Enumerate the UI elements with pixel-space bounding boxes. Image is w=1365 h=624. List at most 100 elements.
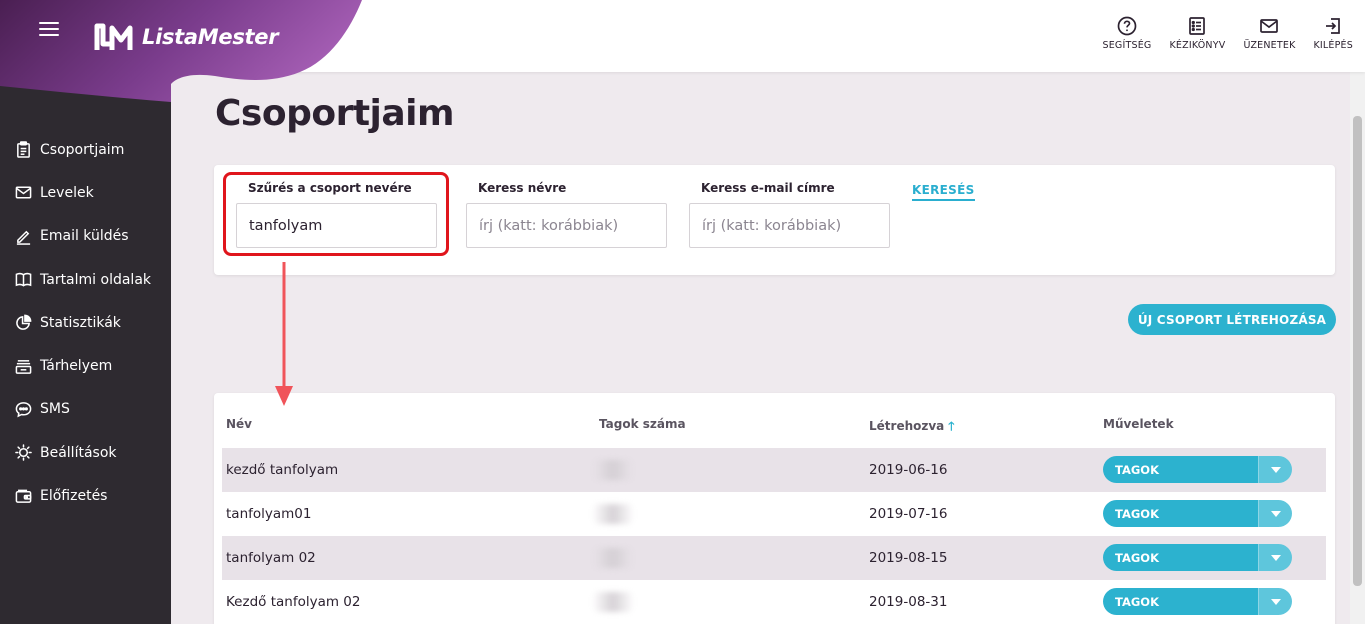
new-group-button[interactable]: ÚJ CSOPORT LÉTREHOZÁSA	[1128, 304, 1336, 335]
logout-icon	[1326, 18, 1341, 34]
filter-card: Szűrés a csoport nevére Keress névre Ker…	[214, 165, 1335, 275]
page-scrollbar[interactable]	[1350, 72, 1365, 624]
group-name-cell[interactable]: Kezdő tanfolyam 02	[226, 594, 360, 610]
actions-dropdown-button[interactable]	[1258, 588, 1292, 615]
storage-icon	[14, 357, 32, 375]
logout-button[interactable]: KILÉPÉS	[1314, 16, 1354, 51]
sidebar-item-label: Beállítások	[40, 444, 117, 461]
members-split-button: TAGOK	[1103, 544, 1292, 571]
listamester-logo-icon	[94, 23, 133, 50]
book-icon	[14, 271, 32, 289]
arrow-annotation	[275, 262, 293, 406]
sidebar-item-beallitasok[interactable]: Beállítások	[0, 431, 171, 474]
created-date-cell: 2019-08-31	[869, 594, 948, 610]
actions-dropdown-button[interactable]	[1258, 456, 1292, 483]
wallet-icon	[14, 487, 32, 505]
clipboard-icon	[14, 141, 32, 159]
group-name-cell[interactable]: tanfolyam01	[226, 506, 311, 522]
caret-down-icon	[1270, 466, 1281, 473]
actions-dropdown-button[interactable]	[1258, 500, 1292, 527]
members-split-button: TAGOK	[1103, 500, 1292, 527]
envelope-icon	[1260, 19, 1279, 33]
sidebar-item-csoportjaim[interactable]: Csoportjaim	[0, 128, 171, 171]
actions-dropdown-button[interactable]	[1258, 544, 1292, 571]
pie-chart-icon	[14, 314, 32, 332]
column-header-name[interactable]: Név	[226, 417, 252, 431]
members-button[interactable]: TAGOK	[1103, 544, 1258, 571]
manual-button[interactable]: KÉZIKÖNYV	[1170, 16, 1226, 51]
envelope-icon	[14, 184, 32, 202]
group-name-cell[interactable]: tanfolyam 02	[226, 550, 316, 566]
group-name-filter: Szűrés a csoport nevére	[236, 181, 437, 248]
group-name-cell[interactable]: kezdő tanfolyam	[226, 462, 338, 478]
table-row: Kezdő tanfolyam 02 2019-08-31 TAGOK	[222, 580, 1326, 624]
sidebar-item-email-kuldes[interactable]: Email küldés	[0, 215, 171, 258]
sidebar-item-levelek[interactable]: Levelek	[0, 171, 171, 214]
logout-label: KILÉPÉS	[1313, 40, 1353, 51]
list-document-icon	[1189, 17, 1206, 35]
members-split-button: TAGOK	[1103, 588, 1292, 615]
sidebar-item-label: Tartalmi oldalak	[40, 271, 152, 288]
sidebar-item-statisztikak[interactable]: Statisztikák	[0, 301, 171, 344]
messages-label: ÜZENETEK	[1243, 40, 1296, 51]
members-button[interactable]: TAGOK	[1103, 588, 1258, 615]
members-count-blurred	[594, 460, 632, 480]
caret-down-icon	[1270, 598, 1281, 605]
groups-table: Név Tagok száma Létrehozva 🡑 Műveletek ke…	[214, 393, 1335, 624]
table-row: tanfolyam01 2019-07-16 TAGOK	[222, 492, 1326, 536]
caret-down-icon	[1270, 554, 1281, 561]
pencil-icon	[14, 227, 32, 245]
messages-button[interactable]: ÜZENETEK	[1243, 16, 1295, 51]
members-count-blurred	[594, 592, 632, 612]
members-count-blurred	[594, 548, 632, 568]
members-count-blurred	[594, 504, 632, 524]
table-row: tanfolyam 02 2019-08-15 TAGOK	[222, 536, 1326, 580]
group-name-filter-label: Szűrés a csoport nevére	[248, 181, 412, 195]
help-label: SEGÍTSÉG	[1102, 40, 1152, 51]
column-header-created[interactable]: Létrehozva 🡑	[869, 417, 955, 438]
sidebar-item-label: Statisztikák	[40, 314, 121, 331]
brand-name: ListaMester	[142, 25, 279, 49]
sidebar-item-label: Előfizetés	[40, 488, 108, 505]
created-date-cell: 2019-08-15	[869, 550, 948, 566]
group-name-filter-input[interactable]	[236, 203, 437, 248]
sidebar-item-tartalmi-oldalak[interactable]: Tartalmi oldalak	[0, 258, 171, 301]
name-filter: Keress névre	[466, 181, 667, 248]
sort-ascending-icon: 🡑	[948, 419, 955, 433]
sidebar-item-label: Csoportjaim	[40, 141, 125, 158]
menu-toggle-button[interactable]	[39, 22, 59, 38]
table-header: Név Tagok száma Létrehozva 🡑 Műveletek	[214, 417, 1335, 433]
email-filter-input[interactable]	[689, 203, 890, 248]
email-filter: Keress e-mail címre	[689, 181, 890, 248]
sidebar-nav: Csoportjaim Levelek Email küldés Tartalm…	[0, 128, 171, 518]
search-link[interactable]: KERESÉS	[912, 183, 975, 201]
created-date-cell: 2019-06-16	[869, 462, 948, 478]
email-filter-label: Keress e-mail címre	[701, 181, 835, 195]
created-date-cell: 2019-07-16	[869, 506, 948, 522]
members-button[interactable]: TAGOK	[1103, 500, 1258, 527]
column-header-members[interactable]: Tagok száma	[599, 417, 686, 431]
column-header-actions: Műveletek	[1103, 417, 1174, 431]
sidebar-item-label: Tárhelyem	[40, 358, 113, 375]
sidebar-item-label: Email küldés	[40, 228, 129, 245]
top-actions: SEGÍTSÉG KÉZIKÖNYV ÜZENETEK KILÉPÉS	[1103, 16, 1354, 51]
column-header-created-label: Létrehozva	[869, 419, 945, 433]
members-button[interactable]: TAGOK	[1103, 456, 1258, 483]
caret-down-icon	[1270, 510, 1281, 517]
sidebar: ListaMester Csoportjaim Levelek Email kü…	[0, 0, 362, 624]
name-filter-input[interactable]	[466, 203, 667, 248]
brand-logo[interactable]: ListaMester	[94, 22, 279, 52]
sidebar-item-elofizetes[interactable]: Előfizetés	[0, 474, 171, 517]
sidebar-item-label: Levelek	[40, 184, 94, 201]
chat-icon	[14, 400, 32, 418]
scrollbar-thumb[interactable]	[1353, 116, 1362, 586]
help-button[interactable]: SEGÍTSÉG	[1103, 16, 1152, 51]
table-row: kezdő tanfolyam 2019-06-16 TAGOK	[222, 448, 1326, 492]
sidebar-item-label: SMS	[40, 401, 70, 418]
name-filter-label: Keress névre	[478, 181, 567, 195]
sidebar-item-tarhelyem[interactable]: Tárhelyem	[0, 344, 171, 387]
members-split-button: TAGOK	[1103, 456, 1292, 483]
gear-icon	[14, 444, 32, 462]
sidebar-item-sms[interactable]: SMS	[0, 388, 171, 431]
question-circle-icon	[1117, 16, 1137, 36]
